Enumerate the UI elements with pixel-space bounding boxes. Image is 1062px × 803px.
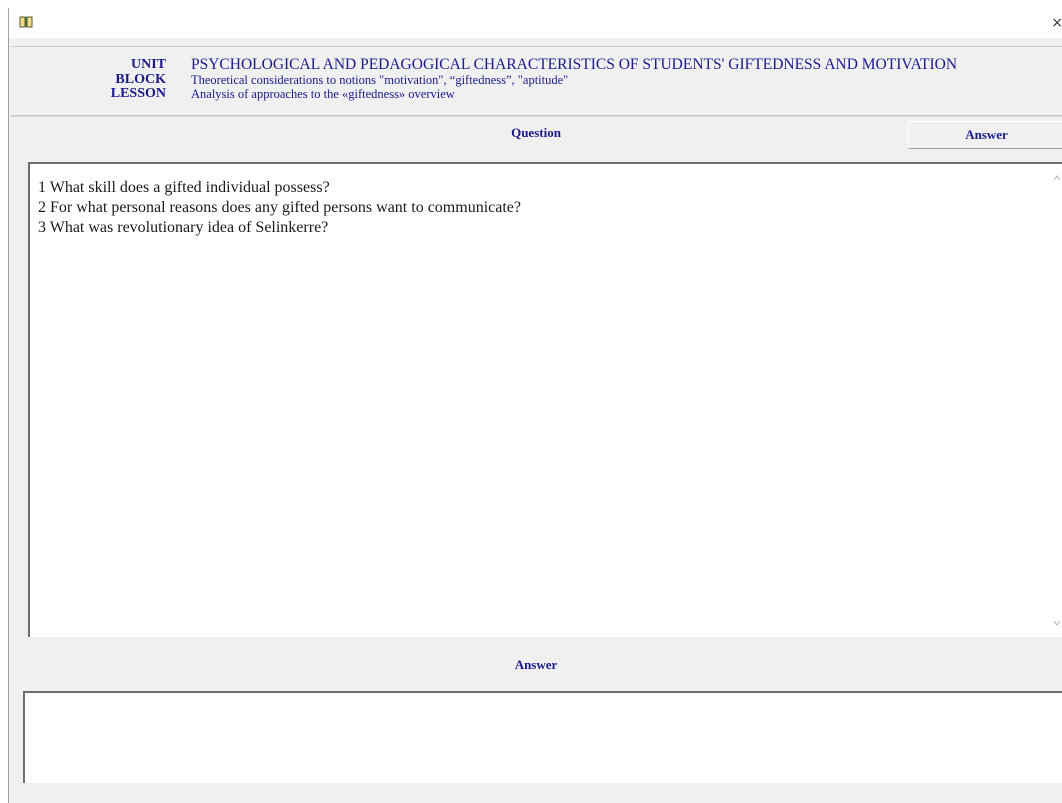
list-item: 3 What was revolutionary idea of Selinke… <box>38 219 329 236</box>
content-panel: Question Answer 1 What skill does a gift… <box>11 116 1062 801</box>
answer-input[interactable] <box>23 691 1062 783</box>
unit-row: UNIT PSYCHOLOGICAL AND PEDAGOGICAL CHARA… <box>11 56 1061 73</box>
list-item: 2 For what personal reasons does any gif… <box>38 199 521 216</box>
question-text-area[interactable]: 1 What skill does a gifted individual po… <box>28 162 1062 637</box>
block-value: Theoretical considerations to notions "m… <box>191 73 569 87</box>
close-button[interactable]: × <box>1047 8 1062 38</box>
unit-value: PSYCHOLOGICAL AND PEDAGOGICAL CHARACTERI… <box>191 56 958 73</box>
scroll-up-icon[interactable] <box>1053 174 1061 182</box>
block-label: BLOCK <box>115 72 166 87</box>
list-item: 1 What skill does a gifted individual po… <box>38 179 330 196</box>
scroll-down-icon[interactable] <box>1053 619 1061 627</box>
lesson-label: LESSON <box>110 86 166 101</box>
lesson-header: UNIT PSYCHOLOGICAL AND PEDAGOGICAL CHARA… <box>11 46 1062 116</box>
question-list: 1 What skill does a gifted individual po… <box>38 178 521 238</box>
question-heading: Question <box>511 125 561 140</box>
answer-tab-button[interactable]: Answer <box>908 121 1062 149</box>
lesson-row: LESSON Analysis of approaches to the «gi… <box>11 86 1061 102</box>
lesson-value: Analysis of approaches to the «giftednes… <box>191 87 455 101</box>
title-bar: × <box>9 8 1062 38</box>
book-icon <box>19 16 33 28</box>
answer-heading: Answer <box>514 657 558 672</box>
app-window: × UNIT PSYCHOLOGICAL AND PEDAGOGICAL CHA… <box>8 8 1062 803</box>
block-row: BLOCK Theoretical considerations to noti… <box>11 72 1061 88</box>
unit-label: UNIT <box>130 57 166 72</box>
